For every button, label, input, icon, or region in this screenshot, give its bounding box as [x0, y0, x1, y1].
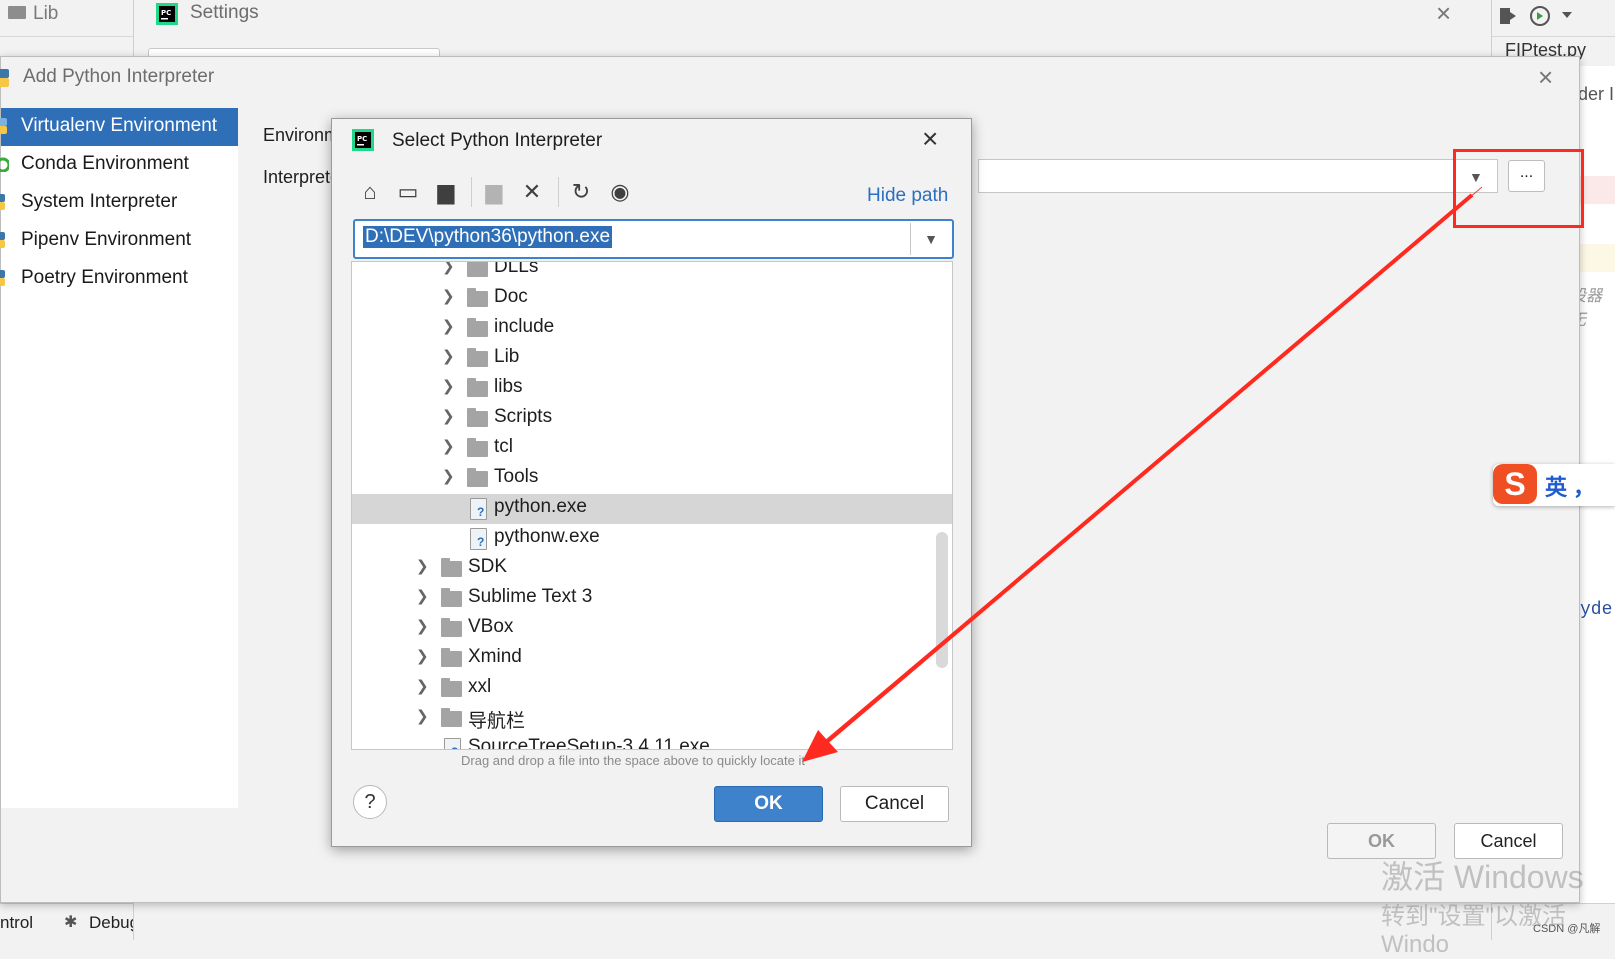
csdn-credit: CSDN @凡解 [1533, 923, 1601, 935]
sogou-logo-icon: S [1493, 464, 1537, 504]
ime-mode-label: 英 ， [1545, 475, 1596, 500]
annotation-arrow [802, 186, 1483, 762]
activation-watermark: 激活 Windows [1381, 859, 1584, 895]
ime-toolbar[interactable]: S 英 ， [1493, 464, 1615, 506]
